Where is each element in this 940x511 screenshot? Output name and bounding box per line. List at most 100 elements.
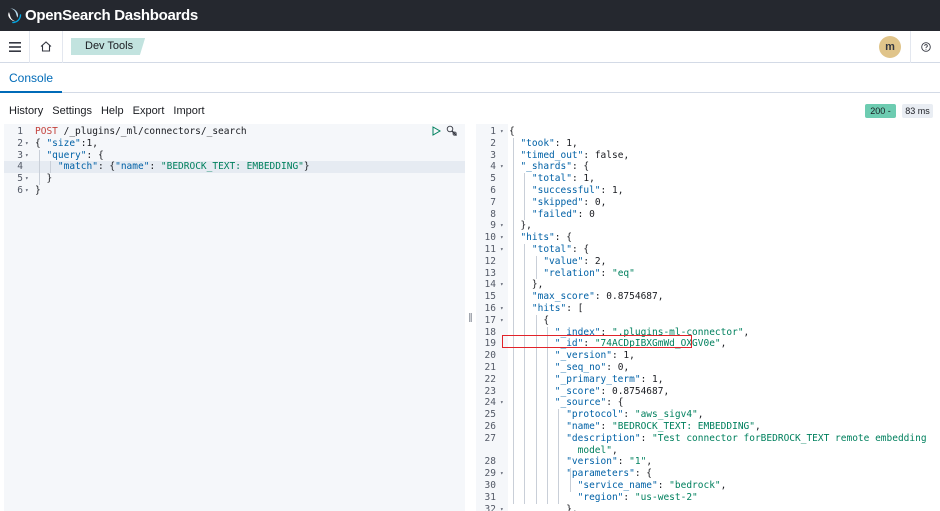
code-token: : { <box>606 397 624 409</box>
code-line: "_version": 1, <box>509 350 635 362</box>
code-token: "hits" <box>520 232 555 244</box>
code-token: "total" <box>531 244 572 255</box>
code-line: "_shards": { <box>509 161 589 173</box>
code-token: "service_name" <box>577 480 658 491</box>
code-line: "hits": [ <box>509 303 584 315</box>
request-editor[interactable]: 1 2 ▾ 3 ▾ 4 5 ▾ 6 ▾ POST /_plugins/_ml/connectors… <box>4 124 465 511</box>
line-number: 11 <box>484 244 496 255</box>
code-line: "hits": { <box>509 232 572 244</box>
fold-toggle-icon[interactable]: ▾ <box>25 173 29 185</box>
fold-toggle-icon[interactable]: ▾ <box>500 126 504 138</box>
line-number: 14 <box>484 279 496 291</box>
code-line: "total": { <box>509 244 589 256</box>
home-button[interactable] <box>29 30 63 63</box>
fold-toggle-icon[interactable]: ▾ <box>500 315 504 327</box>
code-token: : <box>600 385 612 397</box>
fold-toggle-icon[interactable]: ▾ <box>500 303 504 315</box>
fold-toggle-icon[interactable]: ▾ <box>500 232 504 244</box>
help-link[interactable]: Help <box>101 105 124 117</box>
tab-console[interactable]: Console <box>0 63 63 93</box>
fold-toggle-icon[interactable]: ▾ <box>500 161 504 173</box>
home-icon <box>40 41 52 52</box>
top-brand-bar: OpenSearch Dashboards <box>0 0 940 31</box>
line-number: 27 <box>484 432 496 444</box>
code-token: , <box>646 456 653 468</box>
request-code-area[interactable]: POST /_plugins/_ml/connectors/_search{ "… <box>33 124 465 511</box>
export-link[interactable]: Export <box>133 105 165 117</box>
fold-toggle-icon[interactable]: ▾ <box>500 468 504 480</box>
code-token: "successful" <box>531 185 601 196</box>
line-number: 4 <box>490 161 496 173</box>
code-line: "_seq_no": 0, <box>509 362 629 374</box>
tab-row: Console <box>0 63 940 93</box>
fold-toggle-icon[interactable]: ▾ <box>500 279 504 291</box>
line-number: 19 <box>484 338 496 350</box>
code-line: }, <box>509 504 577 511</box>
fold-toggle-icon[interactable]: ▾ <box>500 504 504 511</box>
settings-link[interactable]: Settings <box>52 105 92 117</box>
fold-toggle-icon[interactable]: ▾ <box>500 244 504 256</box>
line-number: 30 <box>484 480 496 491</box>
line-number: 3 <box>490 149 496 161</box>
code-token: , <box>657 373 664 385</box>
code-token: "_score" <box>554 385 601 397</box>
code-line: "_source": { <box>509 397 624 409</box>
line-number: 20 <box>484 350 496 362</box>
code-token: : <box>617 456 630 468</box>
response-viewer[interactable]: 1 ▾ 2 3 4 ▾ 5 6 7 8 9 ▾ 10 ▾ 11 ▾ 12 13 14 ▾ 15 16 ▾ 17 ▾ 18 19 20 2… <box>476 124 940 511</box>
indent-guide <box>50 161 52 174</box>
code-token: "BEDROCK_TEXT: EMBEDDING" <box>611 421 755 432</box>
code-token: "bedrock" <box>669 480 721 491</box>
code-token: "version" <box>566 456 618 468</box>
import-link[interactable]: Import <box>173 105 204 117</box>
indent-guide <box>569 468 571 492</box>
code-line: "protocol": "aws_sigv4", <box>509 409 703 421</box>
status-badge[interactable]: 200 - <box>865 104 896 118</box>
line-number: 2 <box>17 137 23 149</box>
indent-guide <box>512 137 514 504</box>
code-line: }, <box>509 279 543 291</box>
code-token: "region" <box>577 491 624 503</box>
code-token: "_seq_no" <box>554 362 607 373</box>
fold-toggle-icon[interactable]: ▾ <box>25 138 29 150</box>
line-number: 5 <box>490 173 496 185</box>
code-token: : <box>583 196 595 208</box>
code-token: "_source" <box>554 397 607 409</box>
play-icon[interactable] <box>432 126 441 136</box>
code-token: : { <box>634 468 653 480</box>
code-token: , <box>743 326 750 338</box>
code-token: : <box>600 267 612 279</box>
code-token: "BEDROCK_TEXT: EMBEDDING" <box>160 161 304 173</box>
code-token: : { <box>97 161 116 173</box>
code-token: } <box>35 185 41 196</box>
app-header: Dev Tools m <box>0 30 940 63</box>
code-line: "_score": 0.8754687, <box>509 386 669 398</box>
code-token: 0.8754687 <box>611 385 664 397</box>
resizer-grip-icon: ‖ <box>468 312 473 323</box>
code-line: "parameters": { <box>509 468 652 480</box>
code-line: { <box>509 126 515 138</box>
user-avatar[interactable]: m <box>879 36 901 58</box>
history-link[interactable]: History <box>9 105 43 117</box>
brand-title[interactable]: OpenSearch Dashboards <box>25 7 198 24</box>
fold-toggle-icon[interactable]: ▾ <box>500 397 504 409</box>
menu-button[interactable] <box>1 31 29 63</box>
hamburger-menu-icon <box>9 41 21 52</box>
console-toolbar: History Settings Help Export Import 200 … <box>0 100 940 122</box>
header-right: m <box>879 31 940 63</box>
code-token: , <box>600 255 607 267</box>
fold-toggle-icon[interactable]: ▾ <box>500 220 504 232</box>
response-code-area[interactable]: { "took": 1, "timed_out": false, "_shard… <box>508 124 940 511</box>
fold-toggle-icon[interactable]: ▾ <box>25 150 29 162</box>
fold-toggle-icon[interactable]: ▾ <box>25 185 29 197</box>
code-token: : <box>594 291 607 303</box>
pane-resizer[interactable]: ‖ <box>466 124 475 511</box>
code-token: : { <box>571 244 590 255</box>
breadcrumb-dev-tools[interactable]: Dev Tools <box>71 38 146 55</box>
help-button[interactable] <box>910 31 940 63</box>
code-token: , <box>571 137 578 149</box>
wrench-icon[interactable] <box>446 125 458 137</box>
line-number: 2 <box>490 137 496 149</box>
